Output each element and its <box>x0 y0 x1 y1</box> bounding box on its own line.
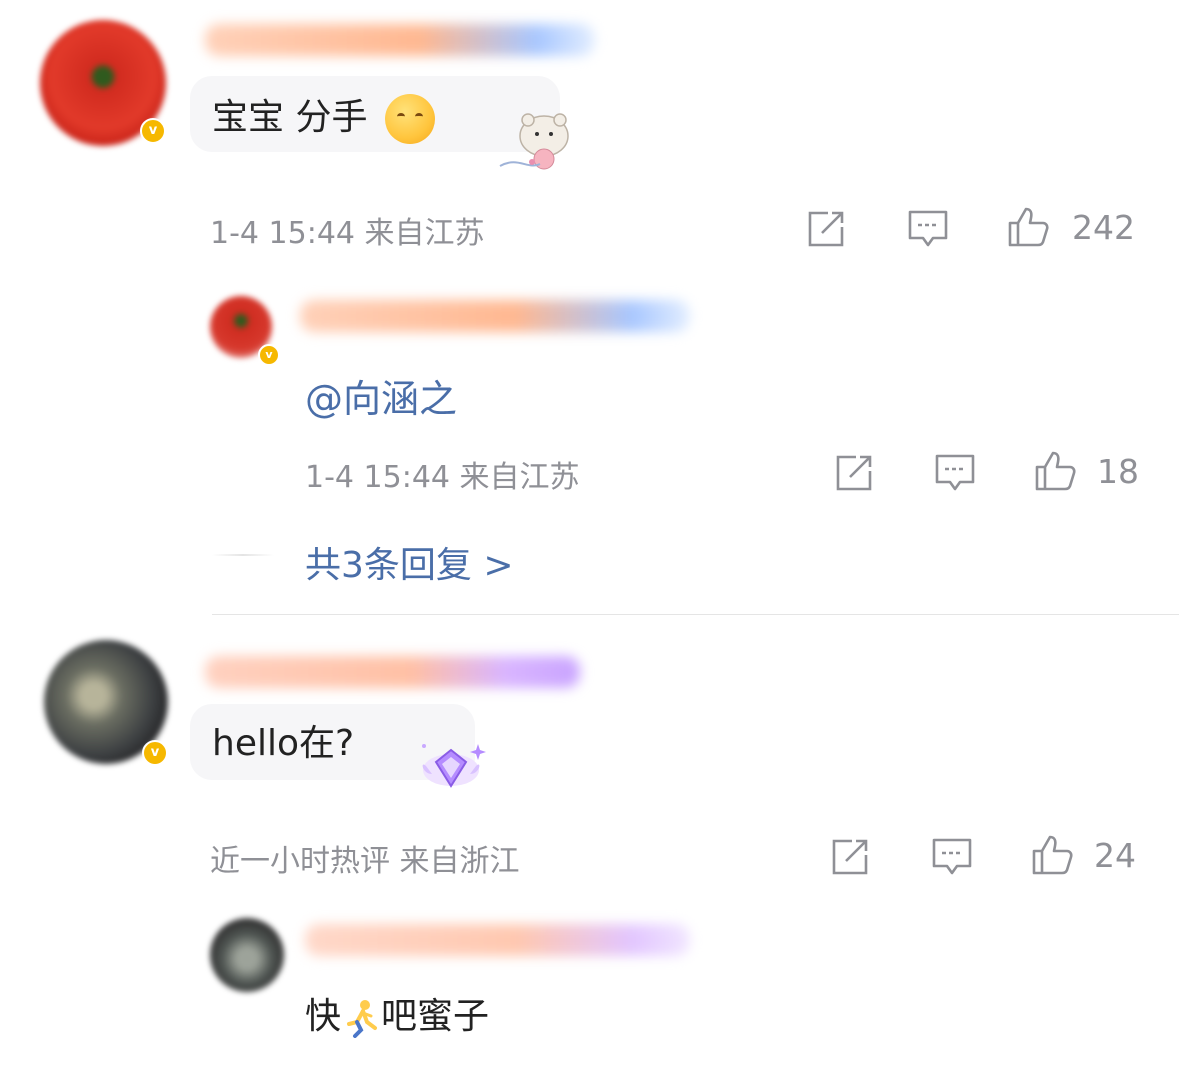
like-icon[interactable] <box>1030 833 1074 877</box>
comment-text-content: 宝宝 分手 <box>212 97 368 138</box>
running-emoji <box>347 1000 378 1038</box>
mention-link[interactable]: @向涵之 <box>305 368 457 423</box>
decorative-line <box>212 554 274 556</box>
reply-icon[interactable] <box>906 207 950 251</box>
comment-text: 宝宝 分手 <box>212 94 435 144</box>
comment-meta: 1-4 15:44 来自江苏 <box>210 216 485 251</box>
comment-text: hello在? <box>212 723 355 764</box>
reply-icon[interactable] <box>933 451 977 495</box>
reply-avatar[interactable] <box>210 918 284 992</box>
bear-sticker-icon <box>499 113 569 170</box>
reply-text: 快 吧蜜子 <box>305 995 489 1039</box>
like-count: 242 <box>1072 208 1135 247</box>
like-icon[interactable] <box>1033 449 1077 493</box>
hugging-face-emoji <box>384 94 435 144</box>
username-blurred[interactable] <box>205 24 595 56</box>
like-icon[interactable] <box>1006 205 1050 249</box>
reply-meta: 1-4 15:44 来自江苏 <box>305 460 580 495</box>
reply-text-before: 快 <box>305 996 342 1037</box>
diamond-badge-icon <box>422 744 486 788</box>
share-icon[interactable] <box>832 451 876 495</box>
reply-username-blurred[interactable] <box>305 924 690 956</box>
more-replies-link[interactable]: 共3条回复 > <box>305 536 514 588</box>
share-icon[interactable] <box>828 835 872 879</box>
verified-badge-icon: v <box>258 344 280 366</box>
share-icon[interactable] <box>804 207 848 251</box>
divider <box>212 614 1179 615</box>
verified-badge-icon: v <box>140 118 166 144</box>
like-count: 24 <box>1094 836 1136 875</box>
verified-badge-icon: v <box>142 740 168 766</box>
reply-text-after: 吧蜜子 <box>381 996 490 1037</box>
like-count: 18 <box>1097 452 1139 491</box>
comment-meta: 近一小时热评 来自浙江 <box>210 844 520 879</box>
username-blurred[interactable] <box>205 656 580 688</box>
reply-icon[interactable] <box>930 835 974 879</box>
reply-username-blurred[interactable] <box>300 300 690 332</box>
